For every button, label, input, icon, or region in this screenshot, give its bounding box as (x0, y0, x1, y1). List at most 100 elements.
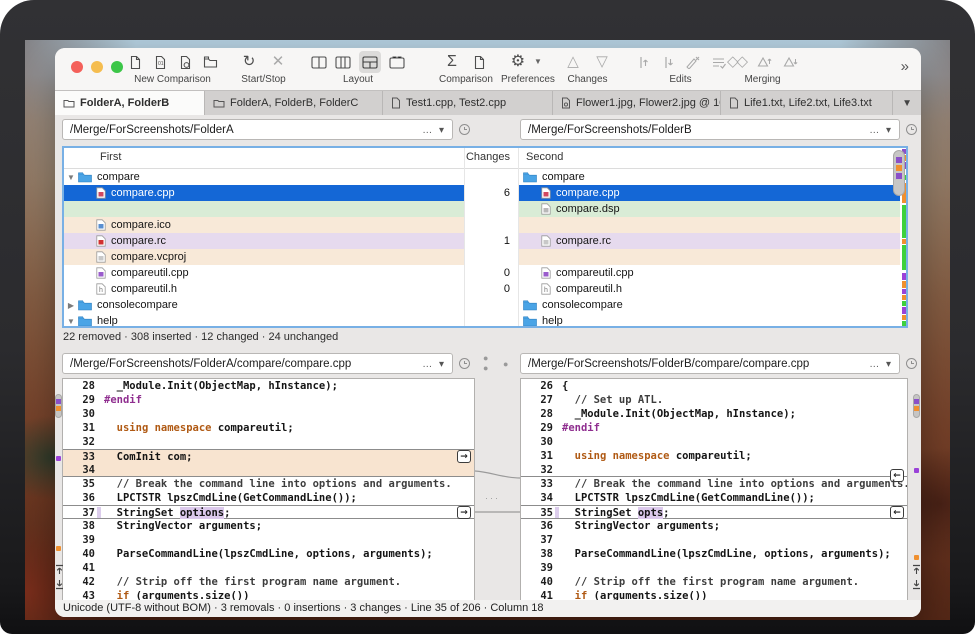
code-line-38[interactable]: 38 StringVector arguments; (63, 519, 474, 533)
code-line-28[interactable]: 28 _Module.Init(ObjectMap, hInstance); (63, 379, 474, 393)
tab-foldera-folderb[interactable]: FolderA, FolderB (55, 91, 205, 115)
folder-table-row[interactable]: compare.ico (64, 217, 906, 233)
scroll-to-last-change-icon[interactable] (912, 577, 921, 595)
scroll-to-last-change-icon[interactable] (55, 577, 64, 595)
history-clock-icon[interactable] (906, 358, 917, 369)
tab-foldera-folderb-folderc[interactable]: FolderA, FolderB, FolderC (205, 91, 383, 115)
tab-life1-life2-life3[interactable]: Life1.txt, Life2.txt, Life3.txt (721, 91, 893, 115)
history-clock-icon[interactable] (459, 124, 470, 135)
code-pane-left[interactable]: 28 _Module.Init(ObjectMap, hInstance);29… (62, 378, 475, 601)
history-clock-icon[interactable] (906, 124, 917, 135)
code-line-40[interactable]: 40 // Strip off the first program name a… (521, 575, 907, 589)
layout-two-pane-icon[interactable] (311, 52, 327, 72)
code-line-38[interactable]: 38 ParseCommandLine(lpszCmdLine, options… (521, 547, 907, 561)
code-line-35[interactable]: 35 // Break the command line into option… (63, 477, 474, 491)
file-path-left[interactable]: /Merge/ForScreenshots/FolderA/compare/co… (62, 353, 453, 374)
toolbar-overflow-button[interactable]: » (901, 58, 909, 75)
minimize-window-button[interactable] (91, 61, 103, 73)
folder-table-row[interactable]: ▶consolecompareconsolecompare (64, 297, 906, 313)
column-header-changes[interactable]: Changes (404, 151, 510, 163)
code-line-34[interactable]: 34 (63, 463, 474, 477)
pane-scrollbar-thumb[interactable] (55, 394, 62, 418)
push-down-edit-icon[interactable] (660, 52, 676, 72)
code-line-30[interactable]: 30 (63, 407, 474, 421)
new-folder-comparison-icon[interactable] (202, 52, 218, 72)
path-menu-icons[interactable]: … ▾ (869, 120, 893, 141)
new-file-comparison-icon[interactable] (127, 52, 143, 72)
restart-comparison-icon[interactable]: ↻ (241, 52, 257, 72)
chevron-down-icon[interactable]: ▼ (64, 317, 78, 326)
code-line-37[interactable]: 37 (521, 533, 907, 547)
code-line-36[interactable]: 36 StringVector arguments; (521, 519, 907, 533)
close-window-button[interactable] (71, 61, 83, 73)
file-path-right[interactable]: /Merge/ForScreenshots/FolderB/compare/co… (520, 353, 900, 374)
folder-table-row[interactable]: compare.cpp6compare.cpp (64, 185, 906, 201)
code-pane-right[interactable]: 26{27 // Set up ATL.28 _Module.Init(Obje… (520, 378, 908, 601)
code-line-36[interactable]: 36 LPCTSTR lpszCmdLine(GetCommandLine())… (63, 491, 474, 505)
column-header-second[interactable]: Second (526, 151, 563, 163)
code-line-31[interactable]: 31 using namespace compareutil; (521, 449, 907, 463)
discard-edit-icon[interactable] (685, 52, 701, 72)
push-up-edit-icon[interactable] (635, 52, 651, 72)
chevron-right-icon[interactable]: ▶ (64, 301, 78, 310)
comparison-summary-icon[interactable]: Σ (444, 52, 460, 72)
layout-tabbed-icon[interactable] (389, 52, 405, 72)
code-line-30[interactable]: 30 (521, 435, 907, 449)
comparison-report-icon[interactable] (472, 52, 488, 72)
path-menu-icons[interactable]: … ▾ (869, 354, 893, 375)
folder-table-row[interactable]: compare.rc1compare.rc (64, 233, 906, 249)
code-line-29[interactable]: 29#endif (521, 421, 907, 435)
code-line-39[interactable]: 39 (63, 533, 474, 547)
new-image-comparison-icon[interactable] (177, 52, 193, 72)
chevron-down-icon[interactable]: ▼ (530, 52, 546, 72)
path-menu-icons[interactable]: … ▾ (422, 120, 446, 141)
code-line-32[interactable]: 32 (63, 435, 474, 449)
tab-test1-test2[interactable]: Test1.cpp, Test2.cpp (383, 91, 553, 115)
tab-flower1-flower2[interactable]: Flower1.jpg, Flower2.jpg @ 100% (553, 91, 721, 115)
tab-list-dropdown[interactable]: ▼ (893, 91, 921, 115)
layout-three-pane-icon[interactable] (335, 52, 351, 72)
new-binary-comparison-icon[interactable]: 01 (152, 52, 168, 72)
push-change-left-button[interactable]: ← (890, 506, 904, 519)
code-line-28[interactable]: 28 _Module.Init(ObjectMap, hInstance); (521, 407, 907, 421)
merge-diamonds-icon[interactable]: ◇◇ (727, 52, 746, 72)
folder-table-row[interactable]: compareutil.cpp0compareutil.cpp (64, 265, 906, 281)
code-line-37[interactable]: 37 StringSet options;→ (63, 505, 474, 519)
zoom-window-button[interactable] (111, 61, 123, 73)
code-line-41[interactable]: 41 (63, 561, 474, 575)
code-line-40[interactable]: 40 ParseCommandLine(lpszCmdLine, options… (63, 547, 474, 561)
code-line-32[interactable]: 32← (521, 463, 907, 477)
code-line-33[interactable]: 33 // Break the command line into option… (521, 477, 907, 491)
code-line-26[interactable]: 26{ (521, 379, 907, 393)
code-line-34[interactable]: 34 LPCTSTR lpszCmdLine(GetCommandLine())… (521, 491, 907, 505)
folder-path-left[interactable]: /Merge/ForScreenshots/FolderA … ▾ (62, 119, 453, 140)
push-change-right-button[interactable]: → (457, 450, 471, 463)
folder-table-row[interactable]: ▼helphelp (64, 313, 906, 328)
code-line-42[interactable]: 42 // Strip off the first program name a… (63, 575, 474, 589)
code-line-31[interactable]: 31 using namespace compareutil; (63, 421, 474, 435)
gear-icon[interactable]: ⚙ (510, 52, 526, 72)
folder-table-row[interactable]: hcompareutil.h0hcompareutil.h (64, 281, 906, 297)
folder-table-row[interactable]: compare.vcproj (64, 249, 906, 265)
stop-comparison-icon[interactable]: ✕ (270, 52, 286, 72)
merge-conflict-down-icon[interactable] (782, 52, 798, 72)
layout-top-bottom-icon[interactable] (359, 51, 381, 73)
code-line-27[interactable]: 27 // Set up ATL. (521, 393, 907, 407)
code-line-39[interactable]: 39 (521, 561, 907, 575)
folder-scrollbar-thumb[interactable] (893, 150, 905, 196)
accept-edits-icon[interactable] (710, 52, 726, 72)
folder-table-row[interactable]: ▼comparecompare (64, 169, 906, 185)
merge-conflict-up-icon[interactable] (756, 52, 772, 72)
previous-change-icon[interactable]: △ (565, 52, 581, 72)
code-line-29[interactable]: 29#endif (63, 393, 474, 407)
code-line-33[interactable]: 33 ComInit com;→ (63, 449, 474, 463)
folder-table-row[interactable]: compare.dsp (64, 201, 906, 217)
code-line-35[interactable]: 35 StringSet opts;← (521, 505, 907, 519)
column-header-first[interactable]: First (100, 151, 121, 163)
pane-scrollbar-thumb[interactable] (913, 394, 920, 418)
path-menu-icons[interactable]: … ▾ (422, 354, 446, 375)
push-change-right-button[interactable]: → (457, 506, 471, 519)
folder-path-right[interactable]: /Merge/ForScreenshots/FolderB … ▾ (520, 119, 900, 140)
chevron-down-icon[interactable]: ▼ (64, 173, 78, 182)
history-clock-icon[interactable] (459, 358, 470, 369)
